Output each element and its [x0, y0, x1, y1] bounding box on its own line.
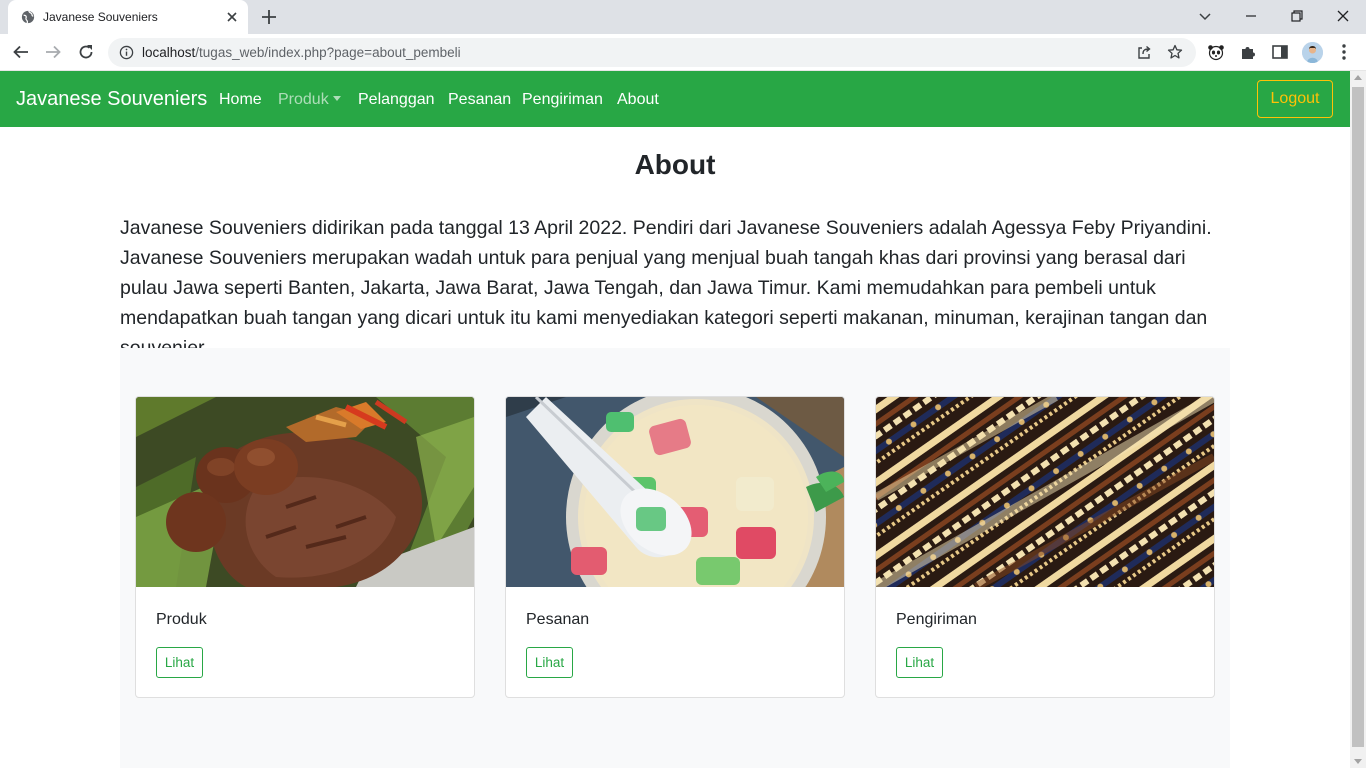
card-produk: Produk Lihat — [135, 396, 475, 698]
es-dawet-drink-photo — [506, 397, 844, 587]
dropdown-caret-icon — [332, 96, 341, 101]
scroll-thumb[interactable] — [1352, 87, 1364, 747]
back-arrow-icon[interactable] — [12, 43, 30, 61]
browser-tabstrip: Javanese Souveniers — [0, 0, 1366, 34]
profile-avatar[interactable] — [1302, 42, 1323, 63]
url-text: localhost/tugas_web/index.php?page=about… — [142, 45, 461, 60]
reload-icon[interactable] — [77, 43, 95, 61]
close-window-icon[interactable] — [1335, 8, 1351, 24]
page-title: About — [634, 149, 716, 180]
forward-arrow-icon[interactable] — [44, 43, 62, 61]
restore-icon[interactable] — [1289, 8, 1305, 24]
top-navbar: Javanese Souveniers Home Produk Pelangga… — [0, 71, 1350, 127]
new-tab-plus-icon[interactable] — [260, 8, 278, 26]
share-icon[interactable] — [1136, 44, 1152, 60]
lihat-pesanan-button[interactable]: Lihat — [526, 647, 573, 678]
card-pengiriman: Pengiriman Lihat — [875, 396, 1215, 698]
address-bar[interactable]: localhost/tugas_web/index.php?page=about… — [108, 38, 1196, 67]
card-pesanan: Pesanan Lihat — [505, 396, 845, 698]
nav-produk-label: Produk — [278, 91, 329, 108]
batik-fabric-photo — [876, 397, 1214, 587]
globe-icon — [21, 10, 35, 24]
browser-menu-icon[interactable] — [1336, 43, 1352, 61]
dawet-drink-image — [506, 397, 844, 587]
cards-section: Produk Lihat Pesanan Lihat Pengiriman Li… — [120, 348, 1230, 768]
site-info-icon[interactable] — [119, 45, 134, 60]
gudeg-food-photo — [136, 397, 474, 587]
batik-fabric-image — [876, 397, 1214, 587]
tab-title: Javanese Souveniers — [43, 10, 158, 24]
bookmark-star-icon[interactable] — [1167, 44, 1183, 60]
profile-avatar-icon — [1302, 42, 1323, 63]
logout-button[interactable]: Logout — [1257, 80, 1333, 118]
nav-about[interactable]: About — [617, 91, 659, 109]
page-viewport: Javanese Souveniers Home Produk Pelangga… — [0, 71, 1350, 768]
gudeg-food-image — [136, 397, 474, 587]
card-title: Pengiriman — [896, 611, 977, 628]
scroll-up-arrow-icon[interactable] — [1354, 75, 1362, 80]
panda-extension-icon[interactable] — [1207, 43, 1225, 61]
url-host: localhost — [142, 45, 196, 60]
nav-pesanan[interactable]: Pesanan — [448, 91, 511, 109]
nav-pelanggan[interactable]: Pelanggan — [358, 91, 435, 109]
card-title: Produk — [156, 611, 207, 628]
nav-home[interactable]: Home — [219, 91, 262, 109]
browser-toolbar: localhost/tugas_web/index.php?page=about… — [0, 34, 1366, 71]
tab-search-chevron-icon[interactable] — [1197, 8, 1213, 24]
extensions-puzzle-icon[interactable] — [1239, 43, 1257, 61]
side-panel-icon[interactable] — [1271, 43, 1289, 61]
nav-produk-dropdown[interactable]: Produk — [278, 91, 341, 109]
about-description: Javanese Souveniers didirikan pada tangg… — [120, 217, 1212, 359]
lihat-produk-button[interactable]: Lihat — [156, 647, 203, 678]
browser-tab[interactable]: Javanese Souveniers — [8, 0, 248, 34]
close-tab-icon[interactable] — [224, 9, 240, 25]
minimize-icon[interactable] — [1243, 8, 1259, 24]
url-path: /tugas_web/index.php?page=about_pembeli — [195, 45, 461, 60]
card-title: Pesanan — [526, 611, 590, 628]
nav-pengiriman[interactable]: Pengiriman — [522, 91, 603, 109]
page-scrollbar[interactable] — [1350, 71, 1366, 768]
scroll-down-arrow-icon[interactable] — [1354, 759, 1362, 764]
navbar-brand[interactable]: Javanese Souveniers — [16, 88, 207, 111]
lihat-pengiriman-button[interactable]: Lihat — [896, 647, 943, 678]
